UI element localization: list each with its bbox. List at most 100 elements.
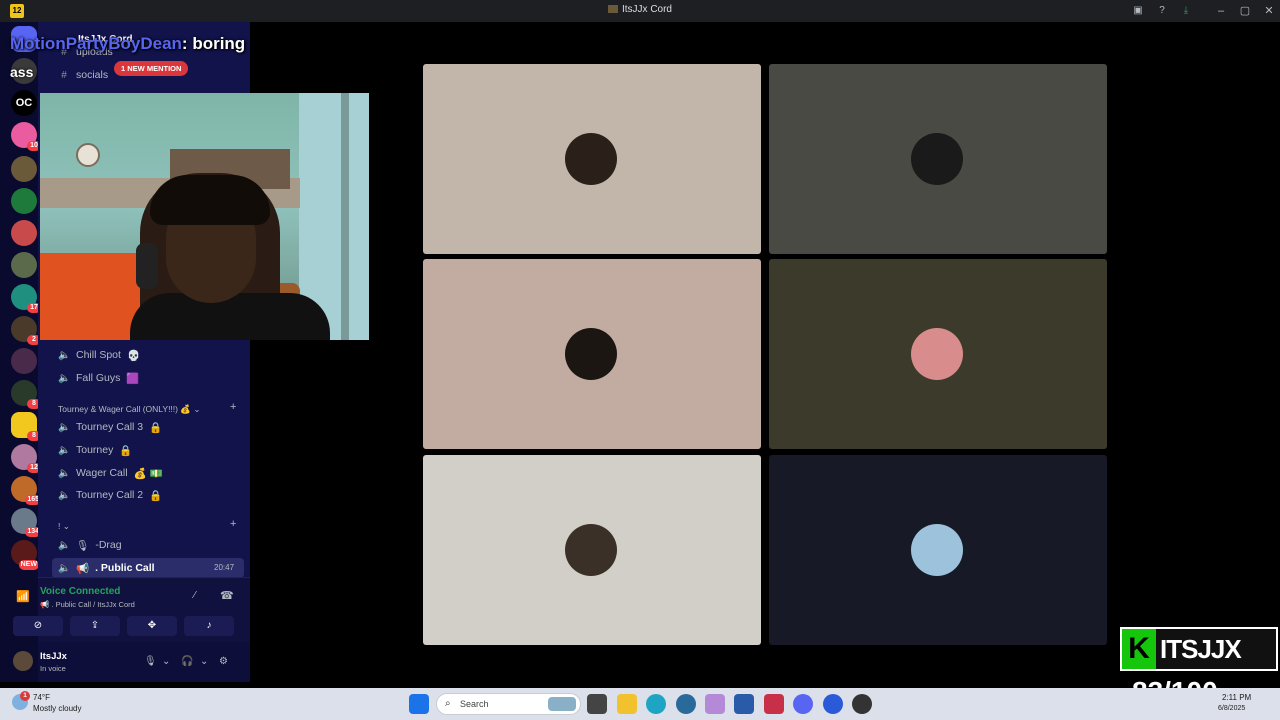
gear-icon[interactable]: ⚙ xyxy=(219,656,228,667)
participant-tile[interactable] xyxy=(769,64,1107,254)
voice-channel-tourney-call-3[interactable]: 🔈 Tourney Call 3 🔒 xyxy=(58,417,162,437)
server-icon-2[interactable]: 10 xyxy=(11,122,41,151)
channel-socials[interactable]: # socials xyxy=(58,65,108,85)
server-icon-15[interactable]: NEW xyxy=(11,540,39,570)
participant-tile[interactable] xyxy=(423,64,761,254)
activities-button[interactable]: ✥ xyxy=(127,616,177,636)
file-explorer-icon[interactable] xyxy=(617,694,637,714)
server-icon-7[interactable]: 17 xyxy=(11,284,41,313)
username[interactable]: ItsJJx xyxy=(40,651,67,662)
channel-label: Fall Guys xyxy=(76,372,121,384)
maximize-button[interactable]: ▢ xyxy=(1235,3,1255,19)
new-mention-badge[interactable]: 1 NEW MENTION xyxy=(114,61,189,76)
category-label: ! xyxy=(58,521,61,531)
server-icon-14[interactable]: 134 xyxy=(11,508,41,537)
screen-share-button[interactable]: ⇪ xyxy=(70,616,120,636)
user-panel: ItsJJx In voice 🎙 ⌄ 🎧 ⌄ ⚙ xyxy=(13,642,250,682)
minimize-button[interactable]: – xyxy=(1211,3,1231,19)
server-icon-5[interactable] xyxy=(11,220,37,246)
clock-date[interactable]: 6/8/2025 xyxy=(1218,705,1245,712)
chevron-down-icon[interactable]: ⌄ xyxy=(162,656,170,667)
chat-separator: : xyxy=(181,34,193,53)
microphone-icon[interactable]: 🎙 xyxy=(144,656,157,667)
chat-message: boring xyxy=(192,34,246,53)
clock-time[interactable]: 2:11 PM xyxy=(1222,693,1251,702)
speaker-icon: 🔈 xyxy=(58,489,71,501)
lock-icon: 🔒 xyxy=(149,421,163,434)
channel-label: Tourney Call 3 xyxy=(76,421,144,433)
close-button[interactable]: ✕ xyxy=(1259,3,1279,19)
obs-icon[interactable] xyxy=(852,694,872,714)
voice-channel-chill-spot[interactable]: 🔈 Chill Spot 💀 xyxy=(58,345,140,365)
voice-channel-drag[interactable]: 🔈 🎙 -Drag xyxy=(58,535,122,555)
store-icon[interactable] xyxy=(734,694,754,714)
channel-label: . Public Call xyxy=(95,562,155,574)
edge-icon[interactable] xyxy=(646,694,666,714)
participant-tile[interactable] xyxy=(769,455,1107,645)
speaker-icon: 🔈 xyxy=(58,421,71,433)
participant-avatar xyxy=(565,328,617,380)
voice-channel-wager-call[interactable]: 🔈 Wager Call 💰 💵 xyxy=(58,463,163,483)
search-icon: ⌕ xyxy=(445,698,451,709)
add-channel-icon[interactable]: + xyxy=(230,518,236,530)
voice-channel-tourney-call-2[interactable]: 🔈 Tourney Call 2 🔒 xyxy=(58,485,162,505)
watermark-logo-letter: K xyxy=(1122,629,1156,669)
avatar[interactable] xyxy=(13,651,33,671)
download-icon[interactable]: ⤓ xyxy=(1179,4,1193,18)
server-icon-3[interactable] xyxy=(11,156,37,182)
server-icon-8[interactable]: 2 xyxy=(11,316,41,345)
server-list: 10 17 2 8 8 12 165 134 NEW xyxy=(0,22,41,682)
help-icon[interactable]: ? xyxy=(1155,4,1169,18)
app-icon[interactable] xyxy=(676,694,696,714)
server-icon-9[interactable] xyxy=(11,348,37,374)
voice-channel-public-call[interactable]: 🔈 📢 . Public Call xyxy=(58,558,155,578)
server-icon-4[interactable] xyxy=(11,188,37,214)
disconnect-icon[interactable]: ☎ xyxy=(220,589,234,602)
channel-label: Chill Spot xyxy=(76,349,121,361)
chevron-down-icon[interactable]: ⌄ xyxy=(200,656,208,667)
signal-icon[interactable]: 📶 xyxy=(16,590,30,603)
headphones-icon[interactable]: 🎧 xyxy=(181,656,193,667)
server-icon-oc[interactable]: OC xyxy=(11,90,37,116)
inbox-icon[interactable]: ▣ xyxy=(1131,4,1145,18)
webcam-door xyxy=(341,93,349,340)
window-title: ItsJJx Cord xyxy=(0,4,1280,15)
weather-temperature[interactable]: 74°F xyxy=(33,693,50,702)
channel-label: socials xyxy=(76,69,109,81)
ea-icon[interactable] xyxy=(823,694,843,714)
voice-status[interactable]: Voice Connected xyxy=(40,586,120,597)
channel-label: -Drag xyxy=(95,539,122,551)
server-icon-12[interactable]: 12 xyxy=(11,444,41,473)
noise-suppression-icon[interactable]: ⁄ xyxy=(194,590,196,601)
task-view-icon[interactable] xyxy=(587,694,607,714)
category-misc[interactable]: ! ⌄ xyxy=(58,521,70,532)
server-icon-6[interactable] xyxy=(11,252,37,278)
chevron-down-icon: ⌄ xyxy=(193,404,201,414)
channel-emoji: 💀 xyxy=(126,349,141,362)
webcam-hair xyxy=(150,175,270,225)
speaker-icon: 🔈 xyxy=(58,372,71,384)
server-icon-10[interactable]: 8 xyxy=(11,380,41,409)
participant-tile[interactable] xyxy=(423,259,761,449)
server-icon-11[interactable]: 8 xyxy=(11,412,41,441)
participant-tile[interactable] xyxy=(423,455,761,645)
new-badge: NEW xyxy=(18,560,39,570)
taskbar-search[interactable]: ⌕ Search xyxy=(436,693,581,715)
participant-tile[interactable] xyxy=(769,259,1107,449)
server-icon xyxy=(607,5,618,14)
category-tourney-wager[interactable]: Tourney & Wager Call (ONLY!!!) 💰 ⌄ xyxy=(58,404,200,415)
voice-channel-tourney[interactable]: 🔈 Tourney 🔒 xyxy=(58,440,132,460)
camera-off-button[interactable]: ⊘ xyxy=(13,616,63,636)
app-icon[interactable] xyxy=(705,694,725,714)
server-icon-13[interactable]: 165 xyxy=(11,476,41,505)
weather-description: Mostly cloudy xyxy=(33,704,82,713)
mic-icon: 🎙 xyxy=(76,539,90,552)
start-button[interactable] xyxy=(409,694,429,714)
app-icon[interactable] xyxy=(764,694,784,714)
voice-channel-fall-guys[interactable]: 🔈 Fall Guys 🟪 xyxy=(58,368,139,388)
participant-avatar xyxy=(911,133,963,185)
discord-taskbar-icon[interactable] xyxy=(793,694,813,714)
add-channel-icon[interactable]: + xyxy=(230,401,236,413)
soundboard-button[interactable]: ♪ xyxy=(184,616,234,636)
channel-label: Wager Call xyxy=(76,467,128,479)
